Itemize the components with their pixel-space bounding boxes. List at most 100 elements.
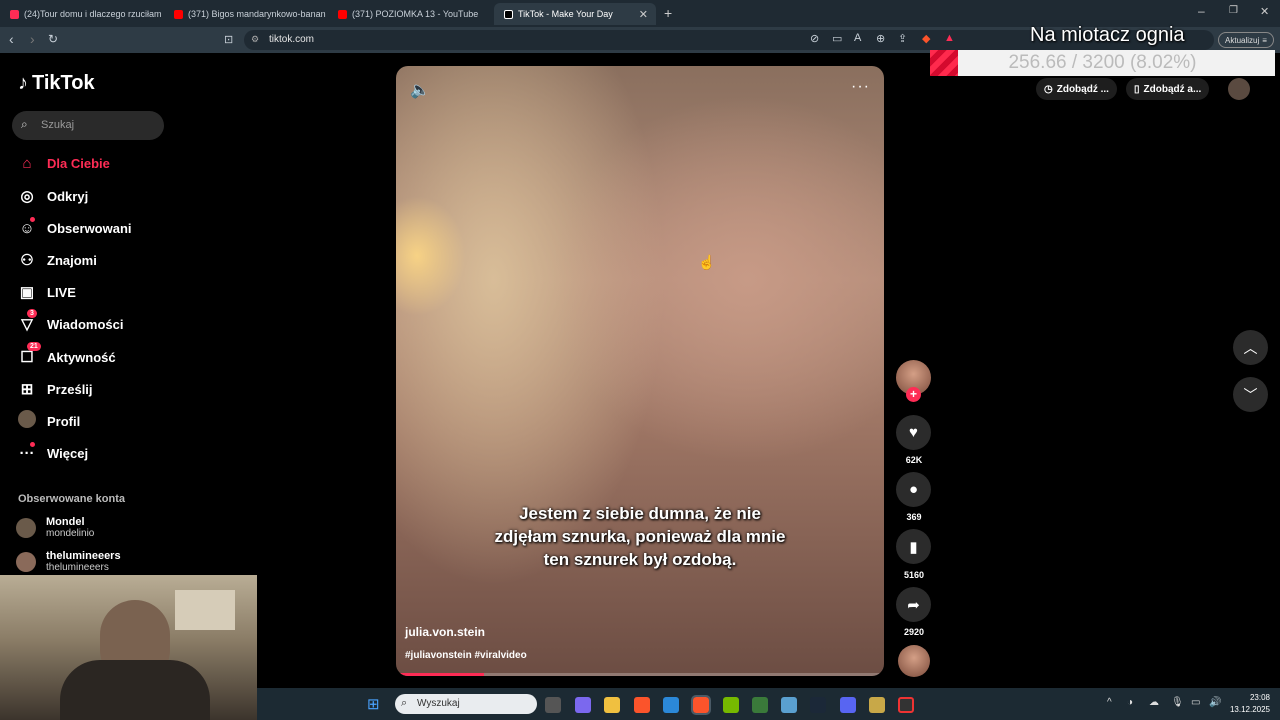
more-options-icon[interactable]: ··· xyxy=(851,78,870,96)
copilot-icon[interactable] xyxy=(575,697,591,713)
followed-account[interactable]: Mondel mondelinio xyxy=(16,516,94,540)
sidebar-item-label: Profil xyxy=(47,413,81,429)
coin-icon: ◷ xyxy=(1044,83,1053,95)
search-icon: ⌕ xyxy=(21,117,28,131)
tray-cloud-icon[interactable]: ☁ xyxy=(1149,697,1159,708)
share-button[interactable]: ➦ xyxy=(896,587,931,622)
nvidia-icon[interactable] xyxy=(723,697,739,713)
sound-avatar[interactable] xyxy=(898,645,930,677)
bookmark-icon[interactable]: ⊡ xyxy=(224,33,233,46)
pill-label: Zdobądź a... xyxy=(1143,83,1202,95)
app-icon[interactable] xyxy=(781,697,797,713)
sidebar-item-for-you[interactable]: ⌂ Dla Ciebie xyxy=(16,151,109,175)
comment-count: 369 xyxy=(906,512,922,522)
tray-app-icon[interactable]: ◑ xyxy=(1127,697,1133,708)
sidebar-item-live[interactable]: ▣ LIVE xyxy=(16,280,76,304)
live-icon: ▣ xyxy=(19,284,35,301)
app-icon[interactable] xyxy=(752,697,768,713)
volume-icon[interactable]: 🔊 xyxy=(1209,697,1221,708)
reload-icon[interactable]: ↻ xyxy=(48,32,58,46)
subtitle-line: zdjęłam sznurka, ponieważ dla mnie xyxy=(494,527,786,546)
sidebar-item-profile[interactable]: Profil xyxy=(16,409,80,433)
previous-video-button[interactable]: ︿ xyxy=(1233,330,1268,365)
background-light xyxy=(396,196,466,316)
tab-bar: (24)Tour domu i dlaczego rzuciłam st (37… xyxy=(0,0,1280,27)
profile-avatar[interactable] xyxy=(1228,78,1250,100)
close-tab-icon[interactable]: ✕ xyxy=(639,8,648,21)
tray-chevron-icon[interactable]: ^ xyxy=(1107,697,1112,708)
home-icon: ⌂ xyxy=(22,154,32,172)
video-player[interactable]: 🔈 ··· Jestem z siebie dumna, że nie zdję… xyxy=(396,66,884,676)
translate-icon[interactable]: A xyxy=(854,32,861,44)
video-progress-bar[interactable] xyxy=(396,673,884,676)
save-count: 5160 xyxy=(903,570,925,580)
sidebar-item-following[interactable]: ☺ Obserwowani xyxy=(16,216,132,240)
tab-3[interactable]: (371) POZIOMKA 13 - YouTube xyxy=(328,3,490,25)
video-hashtags[interactable]: #juliavonstein #viralvideo xyxy=(405,650,527,661)
brave-icon[interactable] xyxy=(634,697,650,713)
microphone-icon[interactable]: 🎙 xyxy=(1171,697,1184,708)
follow-plus-icon[interactable]: + xyxy=(906,387,921,402)
next-video-button[interactable]: ﹀ xyxy=(1233,377,1268,412)
system-clock[interactable]: 23:08 13.12.2025 xyxy=(1230,692,1270,716)
clock-time: 23:08 xyxy=(1249,693,1270,702)
tab-title: (371) Bigos mandarynkowo-bananow xyxy=(188,9,326,19)
new-tab-icon[interactable]: + xyxy=(664,5,672,21)
cast-icon[interactable]: ▭ xyxy=(832,32,842,45)
video-progress-fill xyxy=(396,673,484,676)
tab-1[interactable]: (24)Tour domu i dlaczego rzuciłam st xyxy=(0,3,162,25)
messages-icon: ▽ 3 xyxy=(16,309,38,333)
task-view-icon[interactable] xyxy=(545,697,561,713)
close-window-icon[interactable]: ✕ xyxy=(1260,5,1269,18)
sound-icon[interactable]: 🔈 xyxy=(410,80,430,100)
upload-icon: ⊞ xyxy=(20,381,34,398)
steam-icon[interactable] xyxy=(810,697,826,713)
search-input[interactable]: ⌕ Szukaj xyxy=(12,111,164,140)
followed-account[interactable]: thelumineeers thelumineeers xyxy=(16,550,121,574)
share-icon[interactable]: ⇪ xyxy=(898,32,907,45)
sidebar-item-messages[interactable]: ▽ 3 Wiadomości xyxy=(16,309,123,336)
notification-dot xyxy=(30,216,35,222)
update-button[interactable]: Aktualizuj ≡ xyxy=(1218,32,1274,48)
sidebar-item-more[interactable]: ··· Więcej xyxy=(16,441,88,465)
sidebar-item-explore[interactable]: ◎ Odkryj xyxy=(16,184,88,208)
maximize-icon[interactable]: ❐ xyxy=(1229,5,1238,16)
zoom-icon[interactable]: ⊕ xyxy=(876,32,885,45)
brave-shield-icon[interactable]: ◆ xyxy=(922,32,930,45)
taskbar-search[interactable]: ⌕ Wyszukaj xyxy=(395,694,537,714)
rewards-icon[interactable]: ▲ xyxy=(944,32,955,44)
like-button[interactable]: ♥ xyxy=(896,415,931,450)
store-icon[interactable] xyxy=(663,697,679,713)
sidebar-item-activity[interactable]: ☐ 21 Aktywność xyxy=(16,342,116,369)
youtube-favicon-icon xyxy=(174,9,183,19)
discord-icon[interactable] xyxy=(840,697,856,713)
get-app-button[interactable]: ▯ Zdobądź a... xyxy=(1126,78,1210,100)
share-arrow-icon: ➦ xyxy=(907,596,920,614)
obs-icon[interactable] xyxy=(898,697,914,713)
save-button[interactable]: ▮ xyxy=(896,529,931,564)
comment-button[interactable]: ● xyxy=(896,472,931,507)
get-coins-button[interactable]: ◷ Zdobądź ... xyxy=(1036,78,1117,100)
tab-2[interactable]: (371) Bigos mandarynkowo-bananow xyxy=(164,3,326,25)
site-info-icon[interactable]: ⚙ xyxy=(251,34,259,45)
back-icon[interactable]: ‹ xyxy=(9,31,14,47)
network-icon[interactable]: ▭ xyxy=(1191,697,1200,708)
video-author[interactable]: julia.von.stein xyxy=(405,625,485,639)
avatar xyxy=(16,552,36,572)
forward-icon[interactable]: › xyxy=(30,31,35,47)
tab-active[interactable]: TikTok - Make Your Day ✕ xyxy=(494,3,656,25)
windows-start-icon[interactable]: ⊞ xyxy=(367,695,380,713)
sidebar-item-upload[interactable]: ⊞ Prześlij xyxy=(16,377,93,401)
activity-badge: 21 xyxy=(27,342,41,351)
minimize-icon[interactable]: – xyxy=(1198,4,1205,18)
file-explorer-icon[interactable] xyxy=(604,697,620,713)
sidebar-item-friends[interactable]: ⚇ Znajomi xyxy=(16,248,97,272)
search-icon: ⌕ xyxy=(401,697,408,709)
no-media-icon[interactable]: ⊘ xyxy=(810,32,819,45)
logo-text: TikTok xyxy=(32,72,95,94)
tiktok-logo[interactable]: ♪ TikTok xyxy=(18,72,95,95)
app-icon[interactable] xyxy=(869,697,885,713)
update-label: Aktualizuj xyxy=(1225,35,1260,45)
brave-active-icon[interactable] xyxy=(691,695,711,715)
friends-icon: ⚇ xyxy=(20,252,34,269)
